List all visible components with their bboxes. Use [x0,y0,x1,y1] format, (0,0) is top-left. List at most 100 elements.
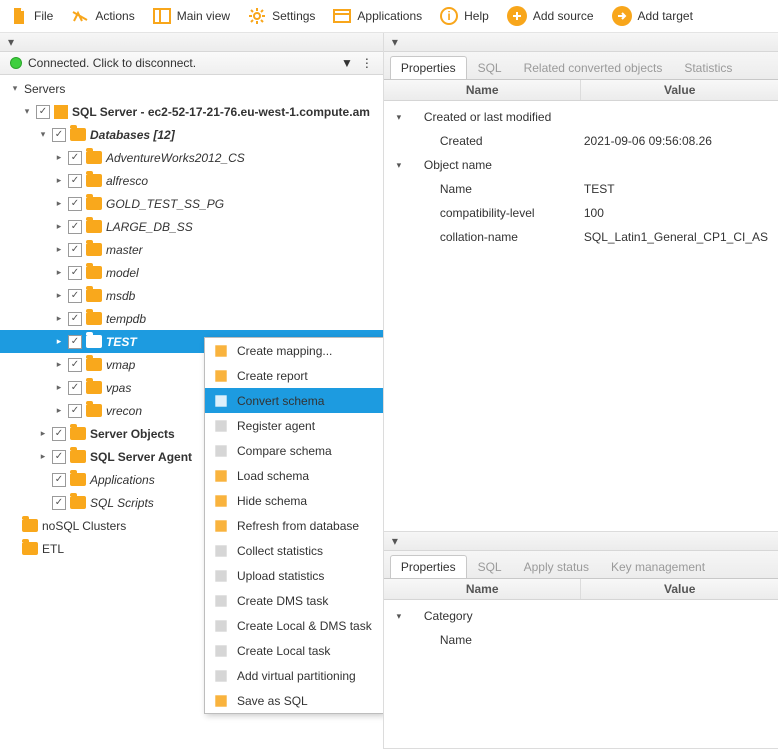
expand-icon[interactable]: ▾ [394,611,404,622]
checkbox[interactable] [52,496,66,510]
checkbox[interactable] [52,427,66,441]
ctx-create-mapping-[interactable]: Create mapping... [205,338,383,363]
expand-icon[interactable]: ▾ [38,129,48,140]
checkbox[interactable] [68,243,82,257]
menu-item-label: Hide schema [237,494,307,508]
checkbox[interactable] [68,220,82,234]
checkbox[interactable] [68,289,82,303]
tab-apply-status[interactable]: Apply status [513,555,600,578]
folder-icon [86,335,102,348]
expand-icon[interactable]: ▸ [54,405,64,416]
add-target-label: Add target [638,9,693,23]
tab-properties[interactable]: Properties [390,56,467,79]
menu-main-view[interactable]: Main view [153,7,230,25]
tree-node-db-master[interactable]: ▸master [0,238,383,261]
ctx-convert-schema[interactable]: Convert schema [205,388,383,413]
checkbox[interactable] [68,312,82,326]
tab-related-converted-objects[interactable]: Related converted objects [513,56,674,79]
expand-icon[interactable]: ▸ [54,152,64,163]
tree-node-db-model[interactable]: ▸model [0,261,383,284]
expand-icon[interactable]: ▸ [38,451,48,462]
expand-icon[interactable]: ▸ [54,221,64,232]
right-bot-collapse-strip[interactable]: ▾ [384,532,778,551]
tree-label: noSQL Clusters [42,519,126,533]
checkbox[interactable] [68,404,82,418]
checkbox[interactable] [68,197,82,211]
checkbox[interactable] [52,450,66,464]
menu-item-icon [213,418,229,434]
tree-node-db-large_db_ss[interactable]: ▸LARGE_DB_SS [0,215,383,238]
add-target-icon [612,6,632,26]
expand-icon[interactable]: ▸ [54,198,64,209]
menu-item-label: Create Local & DMS task [237,619,372,633]
tree-node-db-alfresco[interactable]: ▸alfresco [0,169,383,192]
tab-statistics[interactable]: Statistics [673,56,743,79]
expand-icon[interactable]: ▸ [54,290,64,301]
prop-group[interactable]: ▾Object name [384,153,778,177]
expand-icon[interactable]: ▾ [10,83,20,94]
expand-icon[interactable]: ▸ [54,267,64,278]
tab-key-management[interactable]: Key management [600,555,716,578]
tab-sql[interactable]: SQL [467,56,513,79]
ctx-create-report[interactable]: Create report [205,363,383,388]
checkbox[interactable] [68,335,82,349]
folder-icon [86,266,102,279]
tree-node-db-gold_test_ss_pg[interactable]: ▸GOLD_TEST_SS_PG [0,192,383,215]
menu-applications[interactable]: Applications [333,7,422,25]
main-view-icon [153,7,171,25]
prop-row: collation-nameSQL_Latin1_General_CP1_CI_… [384,225,778,249]
expand-icon[interactable]: ▸ [54,336,64,347]
checkbox[interactable] [36,105,50,119]
ctx-save-as-sql[interactable]: Save as SQL [205,688,383,713]
expand-icon[interactable]: ▸ [38,428,48,439]
col-header-value: Value [581,80,778,100]
tree-node-databases[interactable]: ▾ Databases [12] [0,123,383,146]
tree-node-db-msdb[interactable]: ▸msdb [0,284,383,307]
right-top-collapse-strip[interactable]: ▾ [384,33,778,52]
expand-icon[interactable]: ▾ [22,106,32,117]
expand-icon[interactable]: ▾ [394,112,404,123]
expand-icon[interactable]: ▸ [54,313,64,324]
add-source-button[interactable]: Add source [507,6,594,26]
folder-icon [86,312,102,325]
menu-item-icon [213,568,229,584]
filter-icon[interactable]: ▼ [341,56,353,70]
ctx-load-schema[interactable]: Load schema [205,463,383,488]
menu-settings[interactable]: Settings [248,7,315,25]
checkbox[interactable] [68,266,82,280]
ctx-hide-schema[interactable]: Hide schema [205,488,383,513]
tree-label: vmap [106,358,135,372]
tree-node-servers[interactable]: ▾ Servers [0,77,383,100]
expand-icon[interactable]: ▸ [54,359,64,370]
add-target-button[interactable]: Add target [612,6,693,26]
checkbox[interactable] [68,381,82,395]
expand-icon[interactable]: ▾ [394,160,404,171]
checkbox[interactable] [68,151,82,165]
folder-icon [70,473,86,486]
help-icon: i [440,7,458,25]
prop-group[interactable]: ▾Created or last modified [384,105,778,129]
menu-item-icon [213,618,229,634]
tab-sql[interactable]: SQL [467,555,513,578]
checkbox[interactable] [52,128,66,142]
tree-node-db-tempdb[interactable]: ▸tempdb [0,307,383,330]
expand-icon[interactable]: ▸ [54,175,64,186]
menu-help[interactable]: i Help [440,7,489,25]
menu-file[interactable]: File [10,7,53,25]
tree-node-db-adventureworks2012_cs[interactable]: ▸AdventureWorks2012_CS [0,146,383,169]
prop-group[interactable]: ▾Category [384,604,778,628]
tab-properties[interactable]: Properties [390,555,467,578]
tree-node-sqlserver[interactable]: ▾ SQL Server - ec2-52-17-21-76.eu-west-1… [0,100,383,123]
checkbox[interactable] [68,358,82,372]
ctx-refresh-from-database[interactable]: Refresh from database [205,513,383,538]
left-collapse-strip[interactable]: ▾ [0,33,383,52]
checkbox[interactable] [52,473,66,487]
options-icon[interactable]: ⋮ [361,56,373,70]
prop-row: NameTEST [384,177,778,201]
checkbox[interactable] [68,174,82,188]
expand-icon[interactable]: ▸ [54,382,64,393]
expand-icon[interactable]: ▸ [54,244,64,255]
connection-status-text[interactable]: Connected. Click to disconnect. [28,56,196,70]
menu-actions[interactable]: Actions [71,7,134,25]
tree-label: SQL Server Agent [90,450,192,464]
